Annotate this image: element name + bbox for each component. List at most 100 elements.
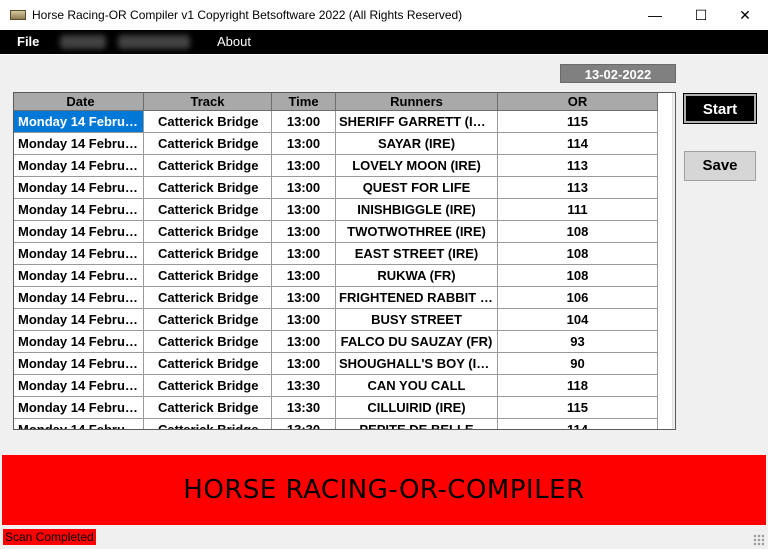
cell-time[interactable]: 13:30	[272, 397, 336, 419]
cell-date[interactable]: Monday 14 February 2022	[14, 287, 144, 309]
table-row[interactable]: Monday 14 February 2022Catterick Bridge1…	[14, 309, 658, 331]
cell-time[interactable]: 13:00	[272, 155, 336, 177]
cell-time[interactable]: 13:00	[272, 265, 336, 287]
cell-runner[interactable]: PEPITE DE BELLE	[336, 419, 498, 429]
cell-date[interactable]: Monday 14 February 2022	[14, 265, 144, 287]
cell-time[interactable]: 13:00	[272, 111, 336, 133]
cell-runner[interactable]: SHOUGHALL'S BOY (IRE)	[336, 353, 498, 375]
table-row[interactable]: Monday 14 February 2022Catterick Bridge1…	[14, 353, 658, 375]
close-button[interactable]: ✕	[722, 0, 768, 30]
table-row[interactable]: Monday 14 February 2022Catterick Bridge1…	[14, 111, 658, 133]
cell-time[interactable]: 13:30	[272, 419, 336, 429]
cell-runner[interactable]: FRIGHTENED RABBIT (USA)	[336, 287, 498, 309]
column-header-date[interactable]: Date	[14, 93, 144, 111]
cell-or[interactable]: 93	[498, 331, 658, 353]
cell-runner[interactable]: EAST STREET (IRE)	[336, 243, 498, 265]
cell-date[interactable]: Monday 14 February 2022	[14, 221, 144, 243]
cell-or[interactable]: 115	[498, 111, 658, 133]
table-row[interactable]: Monday 14 February 2022Catterick Bridge1…	[14, 133, 658, 155]
redacted-menu-item[interactable]	[118, 35, 190, 49]
cell-time[interactable]: 13:00	[272, 331, 336, 353]
cell-date[interactable]: Monday 14 February 2022	[14, 133, 144, 155]
cell-time[interactable]: 13:00	[272, 287, 336, 309]
cell-time[interactable]: 13:00	[272, 309, 336, 331]
cell-date[interactable]: Monday 14 February 2022	[14, 111, 144, 133]
cell-or[interactable]: 118	[498, 375, 658, 397]
cell-track[interactable]: Catterick Bridge	[144, 353, 272, 375]
cell-track[interactable]: Catterick Bridge	[144, 265, 272, 287]
table-row[interactable]: Monday 14 February 2022Catterick Bridge1…	[14, 375, 658, 397]
table-row[interactable]: Monday 14 February 2022Catterick Bridge1…	[14, 265, 658, 287]
cell-runner[interactable]: CAN YOU CALL	[336, 375, 498, 397]
cell-time[interactable]: 13:00	[272, 133, 336, 155]
cell-or[interactable]: 111	[498, 199, 658, 221]
title-bar[interactable]: Horse Racing-OR Compiler v1 Copyright Be…	[0, 0, 768, 30]
cell-date[interactable]: Monday 14 February 2022	[14, 155, 144, 177]
table-row[interactable]: Monday 14 February 2022Catterick Bridge1…	[14, 397, 658, 419]
cell-or[interactable]: 113	[498, 155, 658, 177]
cell-date[interactable]: Monday 14 February 2022	[14, 331, 144, 353]
cell-track[interactable]: Catterick Bridge	[144, 309, 272, 331]
cell-track[interactable]: Catterick Bridge	[144, 375, 272, 397]
table-row[interactable]: Monday 14 February 2022Catterick Bridge1…	[14, 221, 658, 243]
menu-about[interactable]: About	[217, 30, 251, 54]
cell-date[interactable]: Monday 14 February 2022	[14, 397, 144, 419]
cell-date[interactable]: Monday 14 February 2022	[14, 199, 144, 221]
cell-runner[interactable]: FALCO DU SAUZAY (FR)	[336, 331, 498, 353]
scroll-thumb[interactable]	[675, 111, 676, 203]
table-row[interactable]: Monday 14 February 2022Catterick Bridge1…	[14, 243, 658, 265]
cell-track[interactable]: Catterick Bridge	[144, 155, 272, 177]
table-row[interactable]: Monday 14 February 2022Catterick Bridge1…	[14, 199, 658, 221]
maximize-button[interactable]: ☐	[678, 0, 724, 30]
cell-track[interactable]: Catterick Bridge	[144, 111, 272, 133]
cell-or[interactable]: 113	[498, 177, 658, 199]
cell-runner[interactable]: BUSY STREET	[336, 309, 498, 331]
minimize-button[interactable]: —	[632, 0, 678, 30]
scroll-up-arrow-icon[interactable]: ▲	[673, 93, 675, 110]
cell-runner[interactable]: QUEST FOR LIFE	[336, 177, 498, 199]
redacted-menu-item[interactable]	[60, 35, 106, 49]
cell-runner[interactable]: CILLUIRID (IRE)	[336, 397, 498, 419]
column-header-track[interactable]: Track	[144, 93, 272, 111]
cell-runner[interactable]: SAYAR (IRE)	[336, 133, 498, 155]
cell-or[interactable]: 114	[498, 133, 658, 155]
cell-or[interactable]: 104	[498, 309, 658, 331]
cell-time[interactable]: 13:00	[272, 177, 336, 199]
cell-date[interactable]: Monday 14 February 2022	[14, 353, 144, 375]
cell-date[interactable]: Monday 14 February 2022	[14, 243, 144, 265]
column-header-or[interactable]: OR	[498, 93, 658, 111]
cell-track[interactable]: Catterick Bridge	[144, 397, 272, 419]
cell-or[interactable]: 108	[498, 243, 658, 265]
cell-or[interactable]: 90	[498, 353, 658, 375]
cell-track[interactable]: Catterick Bridge	[144, 133, 272, 155]
cell-or[interactable]: 106	[498, 287, 658, 309]
cell-time[interactable]: 13:30	[272, 375, 336, 397]
table-row[interactable]: Monday 14 February 2022Catterick Bridge1…	[14, 155, 658, 177]
column-header-runners[interactable]: Runners	[336, 93, 498, 111]
cell-date[interactable]: Monday 14 February 2022	[14, 309, 144, 331]
results-grid[interactable]: Date Track Time Runners OR Monday 14 Feb…	[13, 92, 676, 430]
cell-time[interactable]: 13:00	[272, 221, 336, 243]
cell-date[interactable]: Monday 14 February 2022	[14, 419, 144, 429]
cell-or[interactable]: 108	[498, 265, 658, 287]
cell-track[interactable]: Catterick Bridge	[144, 287, 272, 309]
cell-track[interactable]: Catterick Bridge	[144, 221, 272, 243]
cell-time[interactable]: 13:00	[272, 243, 336, 265]
menu-file[interactable]: File	[17, 30, 39, 54]
column-header-time[interactable]: Time	[272, 93, 336, 111]
cell-runner[interactable]: RUKWA (FR)	[336, 265, 498, 287]
table-row[interactable]: Monday 14 February 2022Catterick Bridge1…	[14, 177, 658, 199]
cell-track[interactable]: Catterick Bridge	[144, 177, 272, 199]
cell-date[interactable]: Monday 14 February 2022	[14, 375, 144, 397]
cell-track[interactable]: Catterick Bridge	[144, 419, 272, 429]
cell-track[interactable]: Catterick Bridge	[144, 331, 272, 353]
resize-grip-icon[interactable]	[753, 534, 765, 546]
cell-or[interactable]: 115	[498, 397, 658, 419]
cell-or[interactable]: 114	[498, 419, 658, 429]
cell-runner[interactable]: INISHBIGGLE (IRE)	[336, 199, 498, 221]
vertical-scrollbar[interactable]: ▲ ▼	[672, 93, 676, 429]
scroll-down-arrow-icon[interactable]: ▼	[673, 412, 675, 429]
cell-runner[interactable]: LOVELY MOON (IRE)	[336, 155, 498, 177]
cell-runner[interactable]: SHERIFF GARRETT (IRE)	[336, 111, 498, 133]
cell-or[interactable]: 108	[498, 221, 658, 243]
